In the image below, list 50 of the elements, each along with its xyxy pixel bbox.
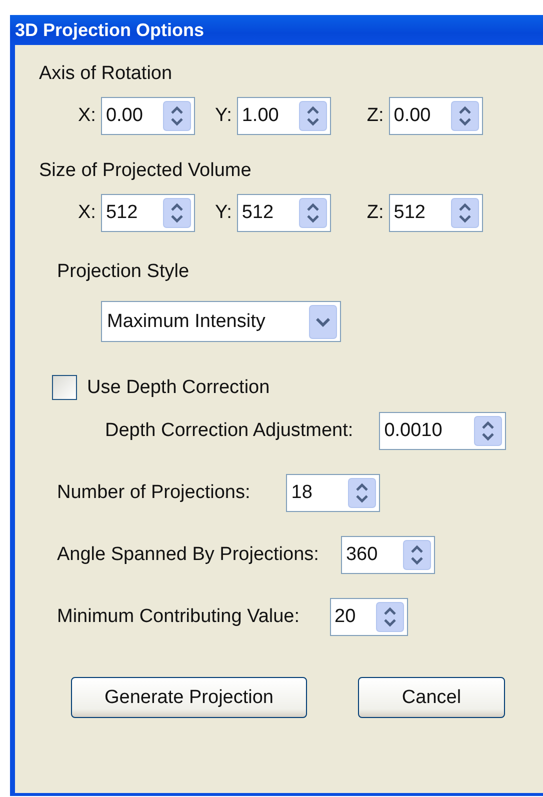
up-down-arrows-icon[interactable] <box>474 416 502 446</box>
spinner-value: 0.0010 <box>384 420 442 442</box>
up-down-arrows-icon[interactable] <box>162 198 191 228</box>
number-spinner[interactable]: 0.00 <box>100 97 195 135</box>
up-down-arrows-icon[interactable] <box>162 101 191 131</box>
checkbox[interactable] <box>52 375 77 400</box>
spinner-value: 512 <box>394 202 426 224</box>
up-down-arrows-icon[interactable] <box>298 198 327 228</box>
up-down-arrows-icon[interactable] <box>348 478 376 508</box>
number-spinner[interactable]: 20 <box>330 598 408 636</box>
spinner-value: 512 <box>242 202 274 224</box>
number-spinner[interactable]: 18 <box>286 474 380 512</box>
spinner-value: 360 <box>346 544 378 566</box>
number-spinner[interactable]: 0.0010 <box>379 412 506 450</box>
number-spinner[interactable]: 0.00 <box>388 97 483 135</box>
number-spinner[interactable]: 360 <box>340 536 435 574</box>
number-spinner[interactable]: 512 <box>388 194 483 232</box>
spinner-value: 20 <box>334 606 356 628</box>
field-label: Y: <box>214 202 232 224</box>
field-label: Number of Projections: <box>57 482 250 504</box>
section-label: Size of Projected Volume <box>39 160 252 182</box>
field-label: Y: <box>214 105 232 127</box>
section-label: Projection Style <box>57 261 190 283</box>
spinner-value: 0.00 <box>106 105 143 127</box>
field-label: Z: <box>366 105 384 127</box>
up-down-arrows-icon[interactable] <box>450 101 479 131</box>
field-label: Minimum Contributing Value: <box>57 606 300 628</box>
generate-projection-button[interactable]: Generate Projection <box>71 677 307 718</box>
number-spinner[interactable]: 512 <box>236 194 331 232</box>
up-down-arrows-icon[interactable] <box>376 602 404 632</box>
checkbox-label: Use Depth Correction <box>87 376 270 398</box>
spinner-value: 512 <box>106 202 138 224</box>
number-spinner[interactable]: 1.00 <box>236 97 331 135</box>
field-label: Z: <box>366 202 384 224</box>
spinner-value: 18 <box>291 482 312 504</box>
number-spinner[interactable]: 512 <box>100 194 195 232</box>
projection-style-dropdown[interactable]: Maximum Intensity <box>101 301 341 342</box>
field-label: X: <box>78 105 96 127</box>
field-label: Angle Spanned By Projections: <box>57 544 319 566</box>
up-down-arrows-icon[interactable] <box>298 101 327 131</box>
up-down-arrows-icon[interactable] <box>402 540 431 570</box>
dropdown-value: Maximum Intensity <box>107 310 266 332</box>
window-title: 3D Projection Options <box>15 20 204 40</box>
spinner-value: 0.00 <box>394 105 431 127</box>
cancel-button[interactable]: Cancel <box>358 677 505 718</box>
field-label: Depth Correction Adjustment: <box>105 420 354 442</box>
up-down-arrows-icon[interactable] <box>450 198 479 228</box>
field-label: X: <box>78 202 96 224</box>
spinner-value: 1.00 <box>242 105 279 127</box>
section-label: Axis of Rotation <box>39 63 174 85</box>
